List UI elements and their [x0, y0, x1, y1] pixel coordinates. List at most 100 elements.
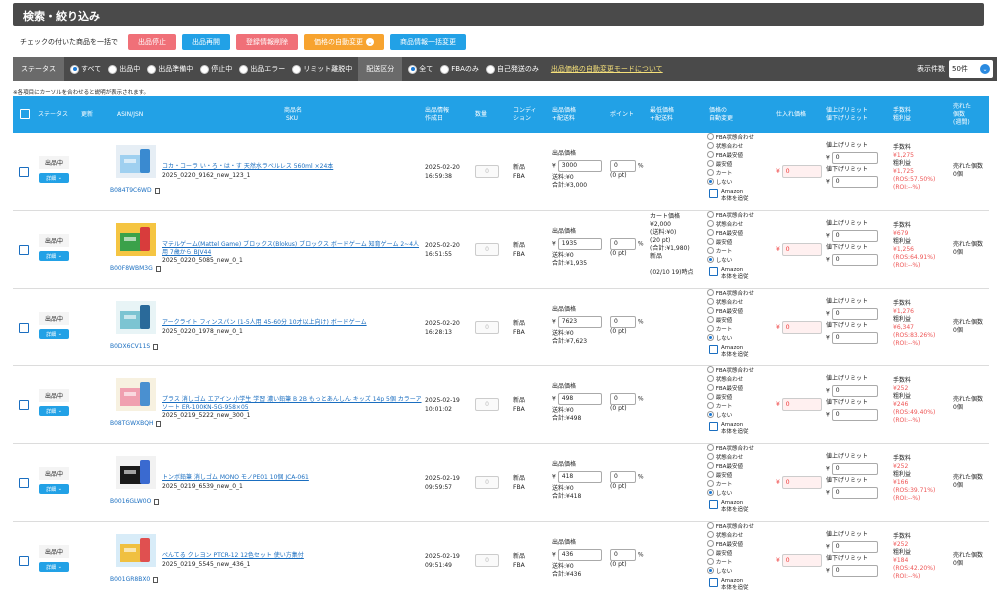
cost-input[interactable]: 0	[781, 165, 822, 178]
radio-button[interactable]	[108, 64, 118, 74]
radio-button[interactable]	[707, 229, 714, 236]
radio-button[interactable]	[707, 522, 714, 529]
filter-radio[interactable]: リミット離脱中	[292, 64, 352, 74]
radio-button[interactable]	[707, 289, 714, 296]
delete-listing-button[interactable]: 登録情報削除	[236, 34, 298, 50]
radio-button[interactable]	[707, 393, 714, 400]
radio-button[interactable]	[707, 211, 714, 218]
raise-input[interactable]: 0	[831, 541, 878, 553]
amazon-follow-checkbox[interactable]	[709, 422, 718, 431]
auto-option[interactable]: 状態合わせ	[707, 453, 754, 462]
radio-button[interactable]	[707, 151, 714, 158]
auto-option[interactable]: しない	[707, 334, 754, 343]
quantity-input[interactable]: 0	[475, 321, 499, 334]
display-count-select[interactable]: 50件 ⌄	[949, 60, 993, 78]
radio-button[interactable]	[707, 558, 714, 565]
raise-input[interactable]: 0	[831, 463, 878, 475]
auto-option[interactable]: 状態合わせ	[707, 375, 754, 384]
product-image[interactable]	[116, 145, 156, 178]
product-title-link[interactable]: トンボ鉛筆 消しゴム MONO モノPE01 10個 JCA-061	[162, 474, 422, 482]
copy-icon[interactable]	[154, 498, 160, 505]
radio-button[interactable]	[707, 531, 714, 538]
raise-input[interactable]: 0	[831, 385, 878, 397]
auto-option[interactable]: しない	[707, 567, 754, 576]
auto-option[interactable]: 最安値	[707, 160, 754, 169]
radio-button[interactable]	[70, 64, 79, 74]
price-input[interactable]: 498	[557, 393, 602, 405]
raise-input[interactable]: 0	[831, 230, 878, 242]
radio-button[interactable]	[707, 384, 714, 391]
auto-option[interactable]: しない	[707, 256, 754, 265]
product-title-link[interactable]: マテルゲーム(Mattel Game) ブロックス(Blokus) ブロックス …	[162, 241, 422, 257]
auto-option[interactable]: カート	[707, 402, 754, 411]
row-checkbox[interactable]	[19, 556, 29, 566]
auto-option[interactable]: FBA状態合わせ	[707, 522, 754, 531]
filter-radio[interactable]: 全て	[408, 64, 433, 74]
row-checkbox[interactable]	[19, 400, 29, 410]
auto-option[interactable]: 最安値	[707, 471, 754, 480]
auto-option[interactable]: しない	[707, 411, 754, 420]
auto-option[interactable]: FBA最安値	[707, 151, 754, 160]
row-checkbox[interactable]	[19, 167, 29, 177]
auto-option[interactable]: FBA最安値	[707, 229, 754, 238]
radio-button[interactable]	[707, 567, 714, 574]
point-input[interactable]: 0	[610, 549, 636, 561]
amazon-follow-checkbox[interactable]	[709, 500, 718, 509]
auto-option[interactable]: 最安値	[707, 549, 754, 558]
detail-button[interactable]: 詳細 ⌄	[39, 173, 69, 183]
asin-link[interactable]: B084T9C6WD	[110, 187, 152, 194]
cost-input[interactable]: 0	[781, 321, 822, 334]
quantity-input[interactable]: 0	[475, 243, 499, 256]
auto-option[interactable]: FBA最安値	[707, 307, 754, 316]
auto-option[interactable]: 最安値	[707, 238, 754, 247]
auto-option[interactable]: しない	[707, 489, 754, 498]
price-input[interactable]: 1935	[557, 238, 602, 250]
price-input[interactable]: 418	[557, 471, 602, 483]
lower-input[interactable]: 0	[831, 487, 878, 499]
radio-button[interactable]	[707, 366, 714, 373]
filter-radio[interactable]: FBAのみ	[440, 64, 479, 74]
select-all-checkbox[interactable]	[20, 109, 30, 119]
detail-button[interactable]: 詳細 ⌄	[39, 251, 69, 261]
point-input[interactable]: 0	[610, 160, 636, 172]
radio-button[interactable]	[707, 220, 714, 227]
radio-button[interactable]	[707, 444, 714, 451]
raise-input[interactable]: 0	[831, 152, 878, 164]
lower-input[interactable]: 0	[831, 332, 878, 344]
auto-option[interactable]: 状態合わせ	[707, 298, 754, 307]
auto-option[interactable]: 状態合わせ	[707, 220, 754, 229]
auto-option[interactable]: FBA状態合わせ	[707, 289, 754, 298]
auto-price-mode-link[interactable]: 出品価格の自動変更モードについて	[551, 64, 663, 74]
detail-button[interactable]: 詳細 ⌄	[39, 329, 69, 339]
radio-button[interactable]	[707, 160, 714, 167]
stop-listing-button[interactable]: 出品停止	[128, 34, 176, 50]
product-title-link[interactable]: コカ・コーラ い・ろ・は・す 天然水ラベルレス 560ml ×24本	[162, 163, 422, 171]
filter-radio[interactable]: 出品準備中	[147, 64, 193, 74]
radio-button[interactable]	[707, 298, 714, 305]
point-input[interactable]: 0	[610, 238, 636, 250]
filter-radio[interactable]: 自己発送のみ	[485, 64, 539, 74]
radio-button[interactable]	[707, 480, 714, 487]
price-input[interactable]: 7623	[557, 316, 602, 328]
detail-button[interactable]: 詳細 ⌄	[39, 484, 69, 494]
copy-icon[interactable]	[155, 265, 161, 272]
radio-button[interactable]	[707, 178, 714, 185]
auto-option[interactable]: FBA状態合わせ	[707, 133, 754, 142]
radio-button[interactable]	[707, 325, 714, 332]
lower-input[interactable]: 0	[831, 565, 878, 577]
auto-option[interactable]: 最安値	[707, 393, 754, 402]
radio-button[interactable]	[707, 316, 714, 323]
quantity-input[interactable]: 0	[475, 476, 499, 489]
auto-option[interactable]: 最安値	[707, 316, 754, 325]
product-title-link[interactable]: アークライト フィンスパン (1-5人用 45-60分 10才以上向け) ボード…	[162, 319, 422, 327]
auto-option[interactable]: カート	[707, 480, 754, 489]
filter-radio[interactable]: 停止中	[200, 64, 232, 74]
radio-button[interactable]	[707, 549, 714, 556]
asin-link[interactable]: B001GR8BX0	[110, 576, 150, 583]
radio-button[interactable]	[707, 453, 714, 460]
radio-button[interactable]	[147, 64, 157, 74]
cost-input[interactable]: 0	[781, 476, 822, 489]
cost-input[interactable]: 0	[781, 243, 822, 256]
radio-button[interactable]	[440, 64, 450, 74]
radio-button[interactable]	[485, 64, 495, 74]
